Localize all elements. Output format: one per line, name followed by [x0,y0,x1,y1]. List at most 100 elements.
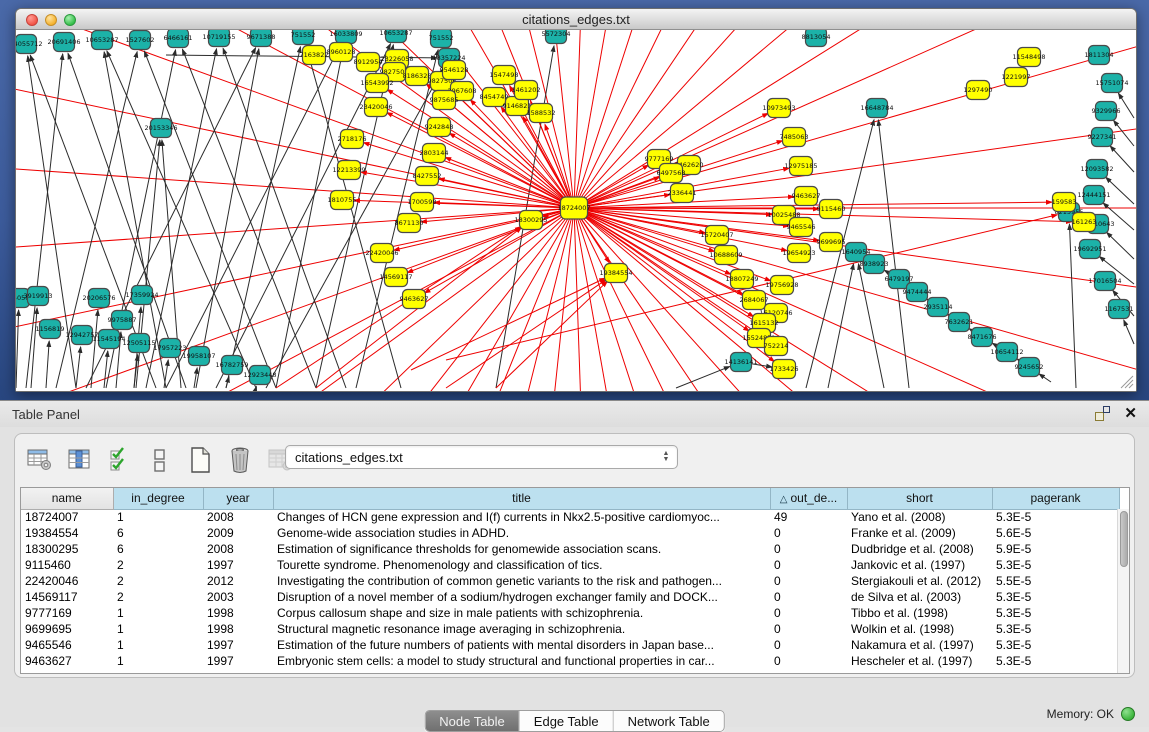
network-node[interactable]: 11548498 [1012,48,1045,67]
table-cell[interactable]: 0 [770,589,847,605]
network-node[interactable]: 12213399 [332,161,365,180]
network-node[interactable]: 159583 [1052,193,1077,212]
network-node[interactable]: 8960128 [327,43,356,62]
network-node[interactable]: 9329966 [1092,102,1121,121]
network-node[interactable]: 161263 [1072,213,1097,232]
network-node[interactable]: 1588532 [527,104,556,123]
table-cell[interactable]: 5.3E-5 [992,509,1119,525]
table-cell[interactable]: Tourette syndrome. Phenomenology and cla… [273,557,770,573]
network-node[interactable]: 16648784 [860,99,893,118]
network-node[interactable]: 9975887 [108,311,137,330]
network-node[interactable]: 7485063 [780,128,809,147]
network-node[interactable]: 2935114 [924,298,953,317]
table-cell[interactable]: 1 [113,605,203,621]
table-cell[interactable]: 1 [113,653,203,669]
table-cell[interactable]: 9699695 [21,621,113,637]
table-selector-dropdown[interactable]: citations_edges.txt ▲▼ [285,445,678,469]
network-node[interactable]: 19958107 [182,347,215,366]
network-node[interactable]: 752214 [764,337,789,356]
table-cell[interactable]: 1998 [203,621,273,637]
network-node[interactable]: 751552 [291,30,316,45]
network-node[interactable]: 12093582 [1080,160,1113,179]
tab-network-table[interactable]: Network Table [614,711,724,731]
table-cell[interactable]: 0 [770,621,847,637]
network-node[interactable]: 1810755 [328,191,357,210]
table-cell[interactable]: 2 [113,573,203,589]
network-node[interactable]: 7632621 [945,313,974,332]
network-node[interactable]: 18807249 [725,270,758,289]
table-cell[interactable]: de Silva et al. (2003) [847,589,992,605]
table-cell[interactable]: Corpus callosum shape and size in male p… [273,605,770,621]
network-node[interactable]: 15720407 [700,226,733,245]
network-node[interactable]: 9699695 [817,233,846,252]
table-cell[interactable]: 5.3E-5 [992,605,1119,621]
column-header-short[interactable]: short [847,488,992,509]
network-node[interactable]: 9546128 [440,61,469,80]
table-cell[interactable]: 2 [113,589,203,605]
network-node[interactable]: 9465546 [787,218,816,237]
delete-rows-icon[interactable] [225,445,255,475]
table-cell[interactable]: 1997 [203,557,273,573]
table-cell[interactable]: Embryonic stem cells: a model to study s… [273,653,770,669]
network-node[interactable]: 20206576 [82,289,115,308]
network-node[interactable]: 8427552 [413,167,442,186]
table-cell[interactable]: Estimation of significance thresholds fo… [273,541,770,557]
table-cell[interactable]: 5.3E-5 [992,637,1119,653]
network-node[interactable]: 1461202 [512,81,541,100]
network-node[interactable]: 9474444 [903,283,932,302]
table-cell[interactable]: 9463627 [21,653,113,669]
table-cell[interactable]: 6 [113,541,203,557]
table-cell[interactable]: 5.3E-5 [992,653,1119,669]
table-settings-icon[interactable] [25,445,55,475]
clear-selection-icon[interactable] [145,445,175,475]
network-node[interactable]: 15751074 [1095,74,1128,93]
network-node[interactable]: 2803144 [420,144,449,163]
table-cell[interactable]: 9465546 [21,637,113,653]
table-cell[interactable]: Hescheler et al. (1997) [847,653,992,669]
network-node[interactable]: 8671130 [395,214,424,233]
table-cell[interactable]: 14569117 [21,589,113,605]
table-row[interactable]: 969969511998Structural magnetic resonanc… [21,621,1119,637]
tab-edge-table[interactable]: Edge Table [520,711,614,731]
table-cell[interactable]: 5.3E-5 [992,621,1119,637]
table-cell[interactable]: 19384554 [21,525,113,541]
table-cell[interactable]: 2009 [203,525,273,541]
network-node[interactable]: 9463627 [400,290,429,309]
network-node[interactable]: 14136141 [724,353,757,372]
column-header-in_degree[interactable]: in_degree [113,488,203,509]
network-node[interactable]: 14569117 [379,268,412,287]
table-cell[interactable]: 22420046 [21,573,113,589]
network-node[interactable]: 8813054 [802,30,831,47]
network-node[interactable]: 12505115 [122,334,155,353]
network-node[interactable]: 1547498 [490,66,519,85]
network-node[interactable]: 10719155 [202,30,235,47]
table-scrollbar[interactable] [1117,509,1129,673]
float-panel-icon[interactable] [1095,406,1110,421]
column-header-out_de[interactable]: △out_de... [770,488,847,509]
table-row[interactable]: 1830029562008Estimation of significance … [21,541,1119,557]
network-node[interactable]: 10688609 [709,246,742,265]
network-node[interactable]: 1527602 [126,31,155,50]
network-node[interactable]: 18300295 [514,211,547,230]
table-cell[interactable]: 18300295 [21,541,113,557]
network-node[interactable]: 9227341 [1088,128,1117,147]
network-node-hub[interactable]: 18724007 [557,197,590,219]
network-node[interactable]: 2336441 [668,184,697,203]
network-node[interactable]: 9115460 [817,200,846,219]
table-cell[interactable]: 2008 [203,509,273,525]
table-cell[interactable]: 1997 [203,653,273,669]
table-row[interactable]: 1938455462009Genome-wide association stu… [21,525,1119,541]
network-node[interactable]: 12975185 [784,157,817,176]
network-node[interactable]: 16033809 [329,30,362,44]
table-cell[interactable]: Jankovic et al. (1997) [847,557,992,573]
table-cell[interactable]: 0 [770,525,847,541]
table-cell[interactable]: 0 [770,557,847,573]
table-cell[interactable]: Yano et al. (2008) [847,509,992,525]
network-node[interactable]: 20153346 [144,119,177,138]
table-cell[interactable]: 6 [113,525,203,541]
network-node[interactable]: 8912954 [354,53,383,72]
column-header-year[interactable]: year [203,488,273,509]
column-header-name[interactable]: name [21,488,113,509]
table-cell[interactable]: 0 [770,605,847,621]
table-cell[interactable]: 9777169 [21,605,113,621]
